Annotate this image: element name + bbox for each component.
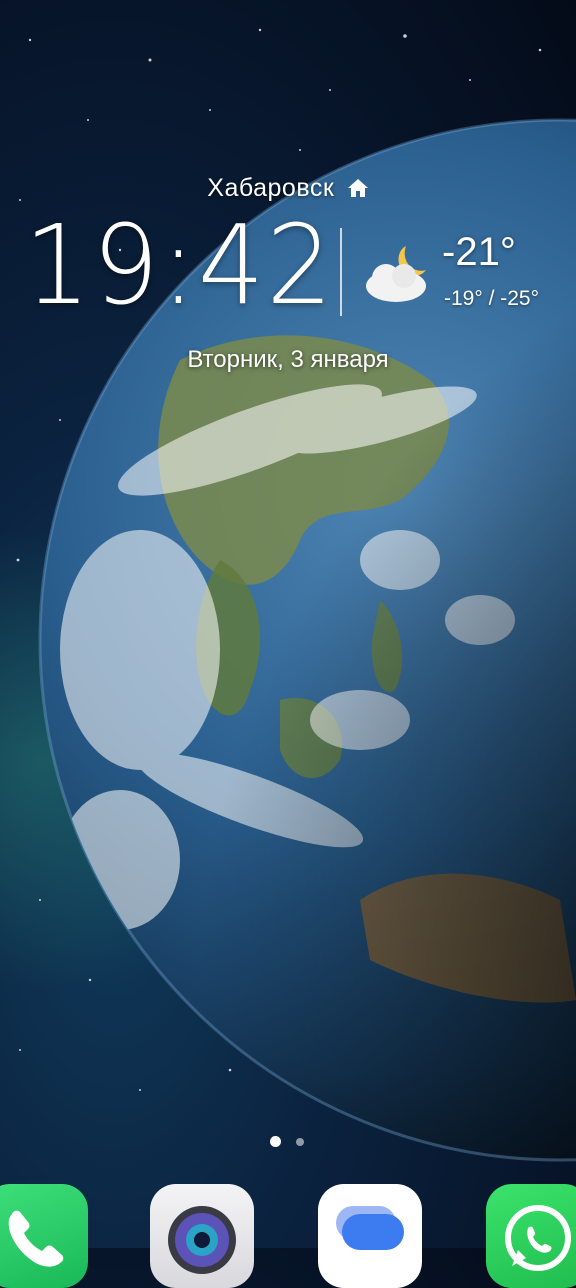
whatsapp-app-icon[interactable] (486, 1184, 576, 1288)
home-icon (347, 176, 369, 205)
clock-weather-divider (340, 228, 342, 316)
weather-temperature[interactable]: -21° (442, 232, 516, 272)
moon-cloud-icon[interactable] (362, 240, 434, 306)
camera-app-icon[interactable] (150, 1184, 254, 1288)
weather-range: -19° / -25° (444, 287, 540, 310)
phone-app-icon[interactable] (0, 1184, 88, 1288)
messages-app-icon[interactable] (318, 1184, 422, 1288)
page-dot (296, 1138, 304, 1146)
page-dot-active (270, 1136, 281, 1147)
date-label[interactable]: Вторник, 3 января (0, 346, 576, 374)
clock-time[interactable]: 19:42 (24, 210, 335, 320)
city-name: Хабаровск (207, 174, 335, 202)
